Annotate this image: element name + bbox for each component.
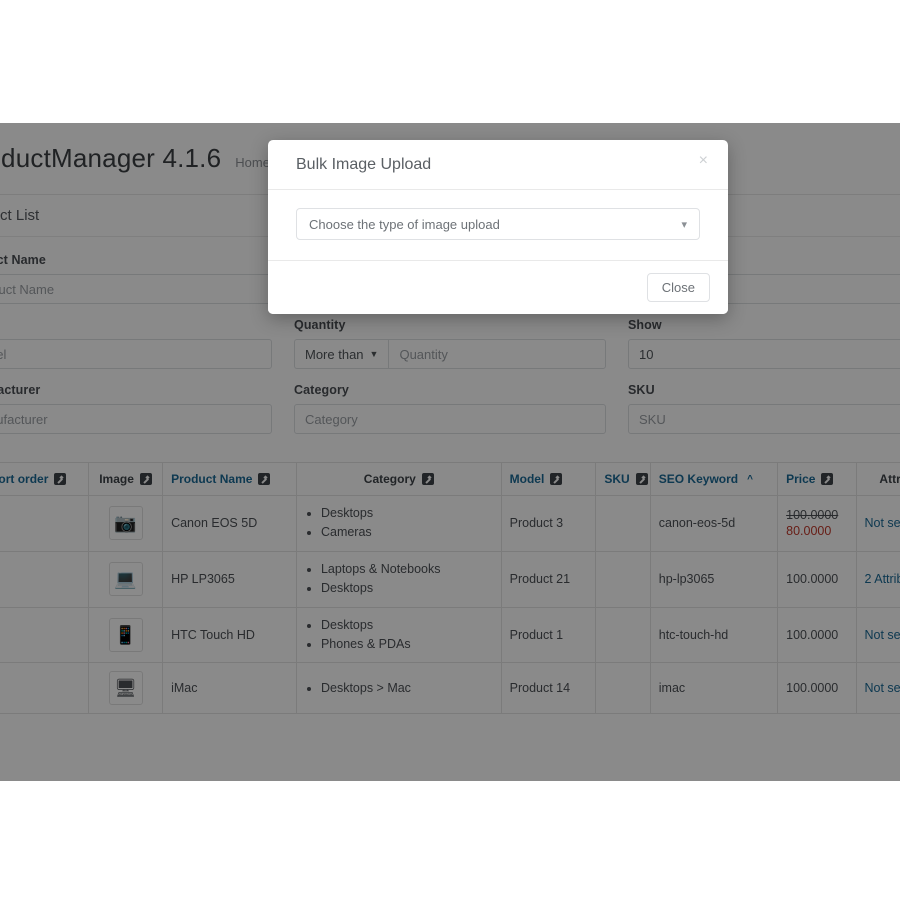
modal-footer: Close xyxy=(268,261,728,314)
modal-title: Bulk Image Upload xyxy=(296,156,431,173)
close-button[interactable]: Close xyxy=(647,273,710,302)
close-icon[interactable]: × xyxy=(695,151,712,171)
modal-header: Bulk Image Upload × xyxy=(268,140,728,190)
image-upload-type-value: Choose the type of image upload xyxy=(309,217,500,232)
bulk-image-upload-modal: Bulk Image Upload × Choose the type of i… xyxy=(268,140,728,314)
screenshot-stage: ProductManager 4.1.6 Home › Modules Prod… xyxy=(0,0,900,900)
modal-body: Choose the type of image upload ▾ xyxy=(268,190,728,261)
image-upload-type-select[interactable]: Choose the type of image upload ▾ xyxy=(296,208,700,240)
chevron-down-icon: ▾ xyxy=(681,218,687,231)
